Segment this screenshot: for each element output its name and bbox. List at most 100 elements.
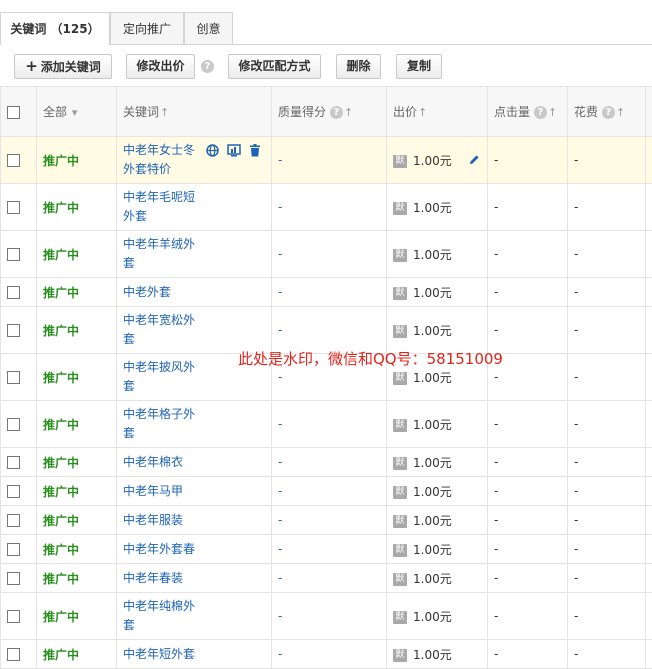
table-row[interactable]: 推广中中老年宽松外套-默1.00元-- — [1, 307, 652, 354]
help-icon[interactable]: ? — [602, 106, 615, 119]
keyword-link[interactable]: 中老外套 — [123, 283, 201, 302]
add-keyword-button[interactable]: +添加关键词 — [14, 54, 112, 79]
bid-value[interactable]: 1.00元 — [413, 485, 452, 499]
bid-value[interactable]: 1.00元 — [413, 514, 452, 528]
status-text: 推广中 — [43, 610, 79, 624]
bid-value[interactable]: 1.00元 — [413, 456, 452, 470]
help-icon[interactable]: ? — [534, 106, 547, 119]
table-row[interactable]: 推广中中老年外套春-默1.00元-- — [1, 535, 652, 564]
bid-value[interactable]: 1.00元 — [413, 543, 452, 557]
bid-value[interactable]: 1.00元 — [413, 324, 452, 338]
table-row[interactable]: 推广中中老年马甲-默1.00元-- — [1, 477, 652, 506]
row-checkbox[interactable] — [7, 610, 20, 623]
keyword-link[interactable]: 中老年外套春 — [123, 540, 201, 559]
keyword-link[interactable]: 中老年短外套 — [123, 645, 201, 664]
edit-pencil-icon[interactable] — [468, 154, 480, 166]
clicks-cell: - — [488, 184, 568, 231]
row-checkbox[interactable] — [7, 648, 20, 661]
table-row[interactable]: 推广中中老年纯棉外套-默1.00元-- — [1, 593, 652, 640]
row-checkbox[interactable] — [7, 324, 20, 337]
clicks-cell: - — [488, 477, 568, 506]
table-row[interactable]: 推广中中老年披风外套-默1.00元-- — [1, 354, 652, 401]
clicks-value: - — [494, 417, 498, 431]
bid-value[interactable]: 1.00元 — [413, 371, 452, 385]
row-checkbox[interactable] — [7, 514, 20, 527]
bid-value[interactable]: 1.00元 — [413, 286, 452, 300]
bid-value[interactable]: 1.00元 — [413, 201, 452, 215]
modify-bid-button[interactable]: 修改出价 — [126, 54, 195, 79]
clicks-header[interactable]: 点击量 ?↑ — [488, 87, 568, 137]
keyword-cell: 中老年羊绒外套 — [117, 231, 272, 278]
row-checkbox[interactable] — [7, 201, 20, 214]
row-checkbox[interactable] — [7, 418, 20, 431]
globe-icon[interactable] — [206, 144, 219, 157]
monitor-chart-icon[interactable] — [227, 144, 241, 157]
modify-match-button[interactable]: 修改匹配方式 — [228, 54, 321, 79]
bid-type-icon: 默 — [393, 573, 407, 586]
bid-type-icon: 默 — [393, 486, 407, 499]
row-checkbox[interactable] — [7, 572, 20, 585]
keyword-link[interactable]: 中老年披风外套 — [123, 358, 201, 396]
tab-targeting[interactable]: 定向推广 — [110, 12, 184, 44]
keyword-link[interactable]: 中老年宽松外套 — [123, 311, 201, 349]
bid-value[interactable]: 1.00元 — [413, 248, 452, 262]
keyword-link[interactable]: 中老年羊绒外套 — [123, 235, 201, 273]
delete-button[interactable]: 删除 — [336, 54, 381, 79]
keyword-link[interactable]: 中老年女士冬外套特价 — [123, 141, 198, 179]
status-filter-header[interactable]: 全部 ▾ — [37, 87, 117, 137]
bid-value[interactable]: 1.00元 — [413, 610, 452, 624]
cost-header[interactable]: 花费 ?↑ — [568, 87, 646, 137]
copy-button[interactable]: 复制 — [396, 54, 442, 79]
clicks-value: - — [494, 200, 498, 214]
keyword-link[interactable]: 中老年马甲 — [123, 482, 201, 501]
tab-keywords[interactable]: 关键词 （125） — [0, 12, 110, 45]
status-text: 推广中 — [43, 456, 79, 470]
row-checkbox[interactable] — [7, 154, 20, 167]
quality-cell: - — [272, 231, 387, 278]
keyword-link[interactable]: 中老年服装 — [123, 511, 201, 530]
row-checkbox[interactable] — [7, 248, 20, 261]
overflow-cell — [646, 477, 652, 506]
keyword-header[interactable]: 关键词↑ — [117, 87, 272, 137]
row-checkbox[interactable] — [7, 485, 20, 498]
clicks-cell: - — [488, 640, 568, 669]
bid-value[interactable]: 1.00元 — [413, 154, 452, 168]
row-checkbox[interactable] — [7, 543, 20, 556]
table-row[interactable]: 推广中中老年格子外套-默1.00元-- — [1, 401, 652, 448]
keyword-cell: 中老外套 — [117, 278, 272, 307]
keyword-link[interactable]: 中老年毛呢短外套 — [123, 188, 201, 226]
help-icon[interactable]: ? — [201, 60, 214, 73]
keyword-link[interactable]: 中老年春装 — [123, 569, 201, 588]
table-row[interactable]: 推广中中老年棉衣-默1.00元-- — [1, 448, 652, 477]
bid-value[interactable]: 1.00元 — [413, 572, 452, 586]
table-row[interactable]: 推广中中老年春装-默1.00元-- — [1, 564, 652, 593]
table-row[interactable]: 推广中中老年短外套-默1.00元-- — [1, 640, 652, 669]
cost-value: - — [574, 542, 578, 556]
trash-icon[interactable] — [249, 144, 261, 157]
keyword-link[interactable]: 中老年纯棉外套 — [123, 597, 201, 635]
row-checkbox[interactable] — [7, 371, 20, 384]
row-checkbox[interactable] — [7, 456, 20, 469]
select-all-checkbox[interactable] — [7, 106, 20, 119]
bid-value[interactable]: 1.00元 — [413, 418, 452, 432]
keyword-link[interactable]: 中老年格子外套 — [123, 405, 201, 443]
quality-header[interactable]: 质量得分 ?↑ — [272, 87, 387, 137]
table-row[interactable]: 推广中中老年服装-默1.00元-- — [1, 506, 652, 535]
bid-cell: 默 1.00元 — [387, 564, 488, 593]
row-checkbox[interactable] — [7, 286, 20, 299]
keyword-link[interactable]: 中老年棉衣 — [123, 453, 201, 472]
quality-value: - — [278, 609, 282, 623]
help-icon[interactable]: ? — [330, 106, 343, 119]
table-row[interactable]: 推广中中老外套-默1.00元-- — [1, 278, 652, 307]
bid-header[interactable]: 出价↑ — [387, 87, 488, 137]
tab-creative[interactable]: 创意 — [184, 12, 233, 44]
clicks-value: - — [494, 323, 498, 337]
table-row[interactable]: 推广中中老年羊绒外套-默1.00元-- — [1, 231, 652, 278]
cost-cell: - — [568, 640, 646, 669]
cost-value: - — [574, 370, 578, 384]
table-row[interactable]: 推广中中老年女士冬外套特价-默1.00元-- — [1, 137, 652, 184]
table-row[interactable]: 推广中中老年毛呢短外套-默1.00元-- — [1, 184, 652, 231]
clicks-cell: - — [488, 307, 568, 354]
bid-value[interactable]: 1.00元 — [413, 648, 452, 662]
cost-value: - — [574, 513, 578, 527]
